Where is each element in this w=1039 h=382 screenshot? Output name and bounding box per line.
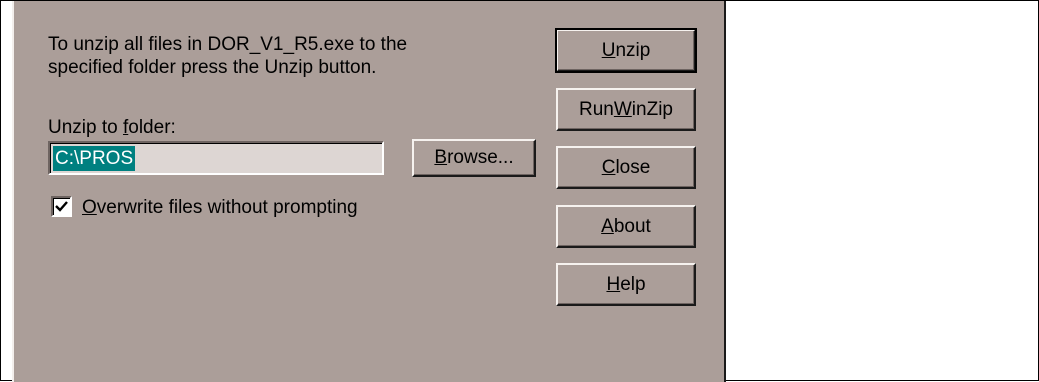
overwrite-label[interactable]: Overwrite files without prompting bbox=[82, 197, 358, 219]
run-winzip-button[interactable]: Run WinZip bbox=[556, 88, 696, 131]
winzip-self-extractor-dialog: To unzip all files in DOR_V1_R5.exe to t… bbox=[12, 1, 726, 382]
help-button[interactable]: Help bbox=[556, 263, 696, 306]
instruction-text: To unzip all files in DOR_V1_R5.exe to t… bbox=[48, 34, 408, 78]
overwrite-checkbox[interactable] bbox=[51, 196, 72, 217]
unzip-folder-label: Unzip to folder: bbox=[48, 117, 176, 138]
unzip-button[interactable]: Unzip bbox=[555, 28, 697, 73]
close-button[interactable]: Close bbox=[556, 146, 696, 189]
checkmark-icon bbox=[55, 201, 68, 212]
browse-button[interactable]: Browse... bbox=[412, 139, 536, 177]
about-button[interactable]: About bbox=[556, 205, 696, 248]
unzip-folder-value: C:\PROS bbox=[53, 146, 136, 171]
unzip-folder-input[interactable]: C:\PROS bbox=[48, 141, 384, 175]
screenshot-frame: To unzip all files in DOR_V1_R5.exe to t… bbox=[0, 0, 1039, 382]
